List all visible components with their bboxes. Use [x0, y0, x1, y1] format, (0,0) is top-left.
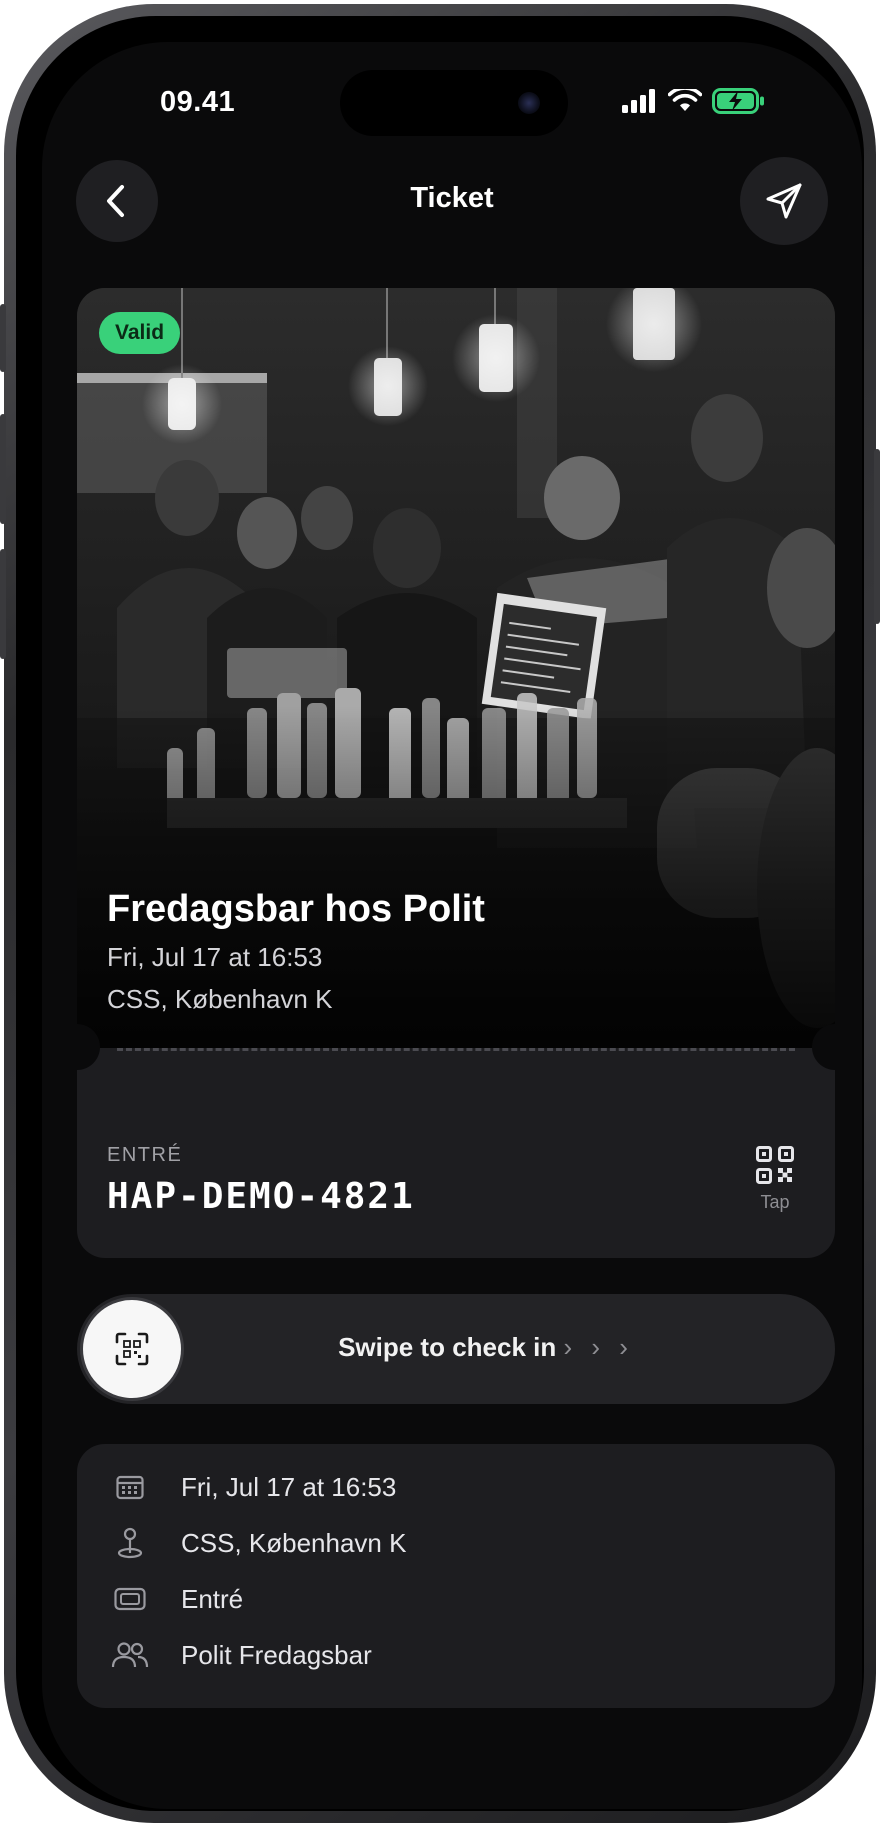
camera-icon: [518, 92, 540, 114]
detail-row-organizer: Polit Fredagsbar: [111, 1638, 372, 1672]
detail-date: Fri, Jul 17 at 16:53: [181, 1471, 397, 1502]
event-title: Fredagsbar hos Polit: [107, 888, 485, 930]
status-badge: Valid: [99, 312, 181, 354]
details-card: Fri, Jul 17 at 16:53 CSS, København K En…: [77, 1444, 835, 1708]
people-icon: [111, 1638, 149, 1672]
detail-ticket-type: Entré: [181, 1583, 244, 1614]
ticket-card[interactable]: Valid Fredagsbar hos Polit Fri, Jul 17 a…: [77, 288, 835, 1258]
photo-gradient: [77, 288, 835, 1048]
detail-row-ticket-type: Entré: [111, 1582, 243, 1616]
screen: 09.41 Ticket Valid Fredagsbar hos Polit …: [42, 42, 862, 1809]
swipe-text: Swipe to check in: [338, 1332, 557, 1362]
detail-row-location: CSS, København K: [111, 1526, 406, 1560]
entry-label: ENTRÉ: [107, 1144, 183, 1166]
ticket-icon: [111, 1582, 149, 1616]
swipe-to-check-in[interactable]: Swipe to check in › › ›: [77, 1294, 835, 1404]
wifi-icon: [668, 89, 702, 111]
dynamic-island: [340, 70, 568, 136]
qr-code-icon: [756, 1146, 794, 1184]
event-location: CSS, København K: [107, 984, 333, 1014]
location-pin-icon: [111, 1526, 149, 1560]
detail-organizer: Polit Fredagsbar: [181, 1639, 372, 1670]
qr-tap-label: Tap: [760, 1192, 790, 1212]
qr-button[interactable]: Tap: [749, 1146, 801, 1213]
chevrons-right-icon: › › ›: [563, 1332, 634, 1362]
action-button: [0, 304, 6, 372]
volume-down-button: [0, 549, 6, 659]
detail-location: CSS, København K: [181, 1527, 407, 1558]
signal-icon: [622, 89, 655, 113]
phone-frame: 09.41 Ticket Valid Fredagsbar hos Polit …: [0, 4, 880, 1823]
status-time: 09.41: [160, 86, 236, 118]
phone-bezel: 09.41 Ticket Valid Fredagsbar hos Polit …: [16, 16, 864, 1811]
calendar-icon: [111, 1470, 149, 1504]
status-icons: [622, 88, 766, 114]
power-button: [874, 449, 880, 624]
event-photo: Valid Fredagsbar hos Polit Fri, Jul 17 a…: [77, 288, 835, 1048]
perforation-line: [117, 1048, 795, 1051]
battery-charging-icon: [712, 88, 764, 114]
event-datetime: Fri, Jul 17 at 16:53: [107, 942, 323, 972]
paper-plane-icon: [766, 183, 802, 219]
detail-row-date: Fri, Jul 17 at 16:53: [111, 1470, 396, 1504]
share-button[interactable]: [740, 157, 828, 245]
entry-code: HAP-DEMO-4821: [107, 1176, 415, 1217]
swipe-label: Swipe to check in › › ›: [77, 1332, 835, 1363]
volume-up-button: [0, 414, 6, 524]
page-title: Ticket: [410, 182, 494, 214]
